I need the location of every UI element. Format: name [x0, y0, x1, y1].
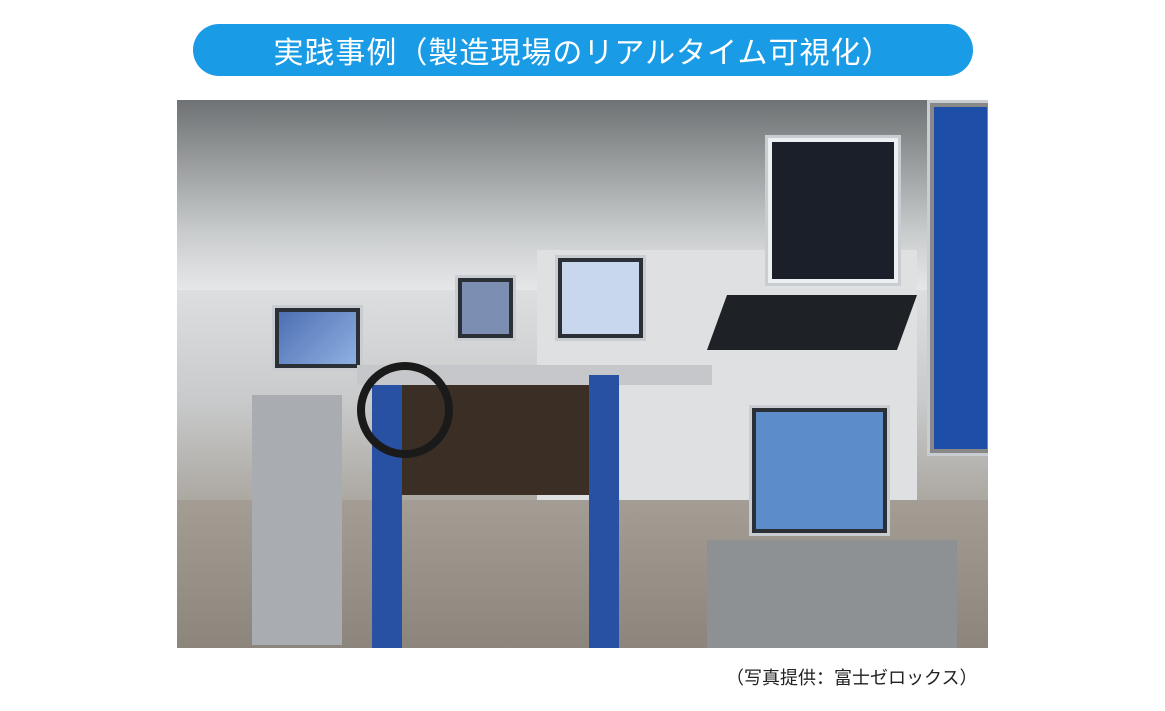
photo-cart: [707, 540, 957, 648]
photo-machine-leg: [589, 375, 619, 648]
photo-keyboard: [706, 295, 918, 350]
section-title-banner: 実践事例（製造現場のリアルタイム可視化）: [193, 24, 973, 76]
factory-demo-photo: [177, 100, 988, 648]
photo-wheel: [357, 362, 453, 458]
photo-credit: （写真提供：富士ゼロックス）: [726, 668, 978, 689]
photo-large-display: [927, 100, 988, 456]
photo-monitor: [555, 255, 646, 341]
photo-monitor: [749, 405, 890, 536]
photo-monitor: [765, 135, 901, 286]
photo-monitor: [455, 275, 516, 341]
photo-shelf: [252, 395, 342, 645]
photo-monitor: [272, 305, 363, 371]
section-title: 実践事例（製造現場のリアルタイム可視化）: [273, 36, 893, 71]
